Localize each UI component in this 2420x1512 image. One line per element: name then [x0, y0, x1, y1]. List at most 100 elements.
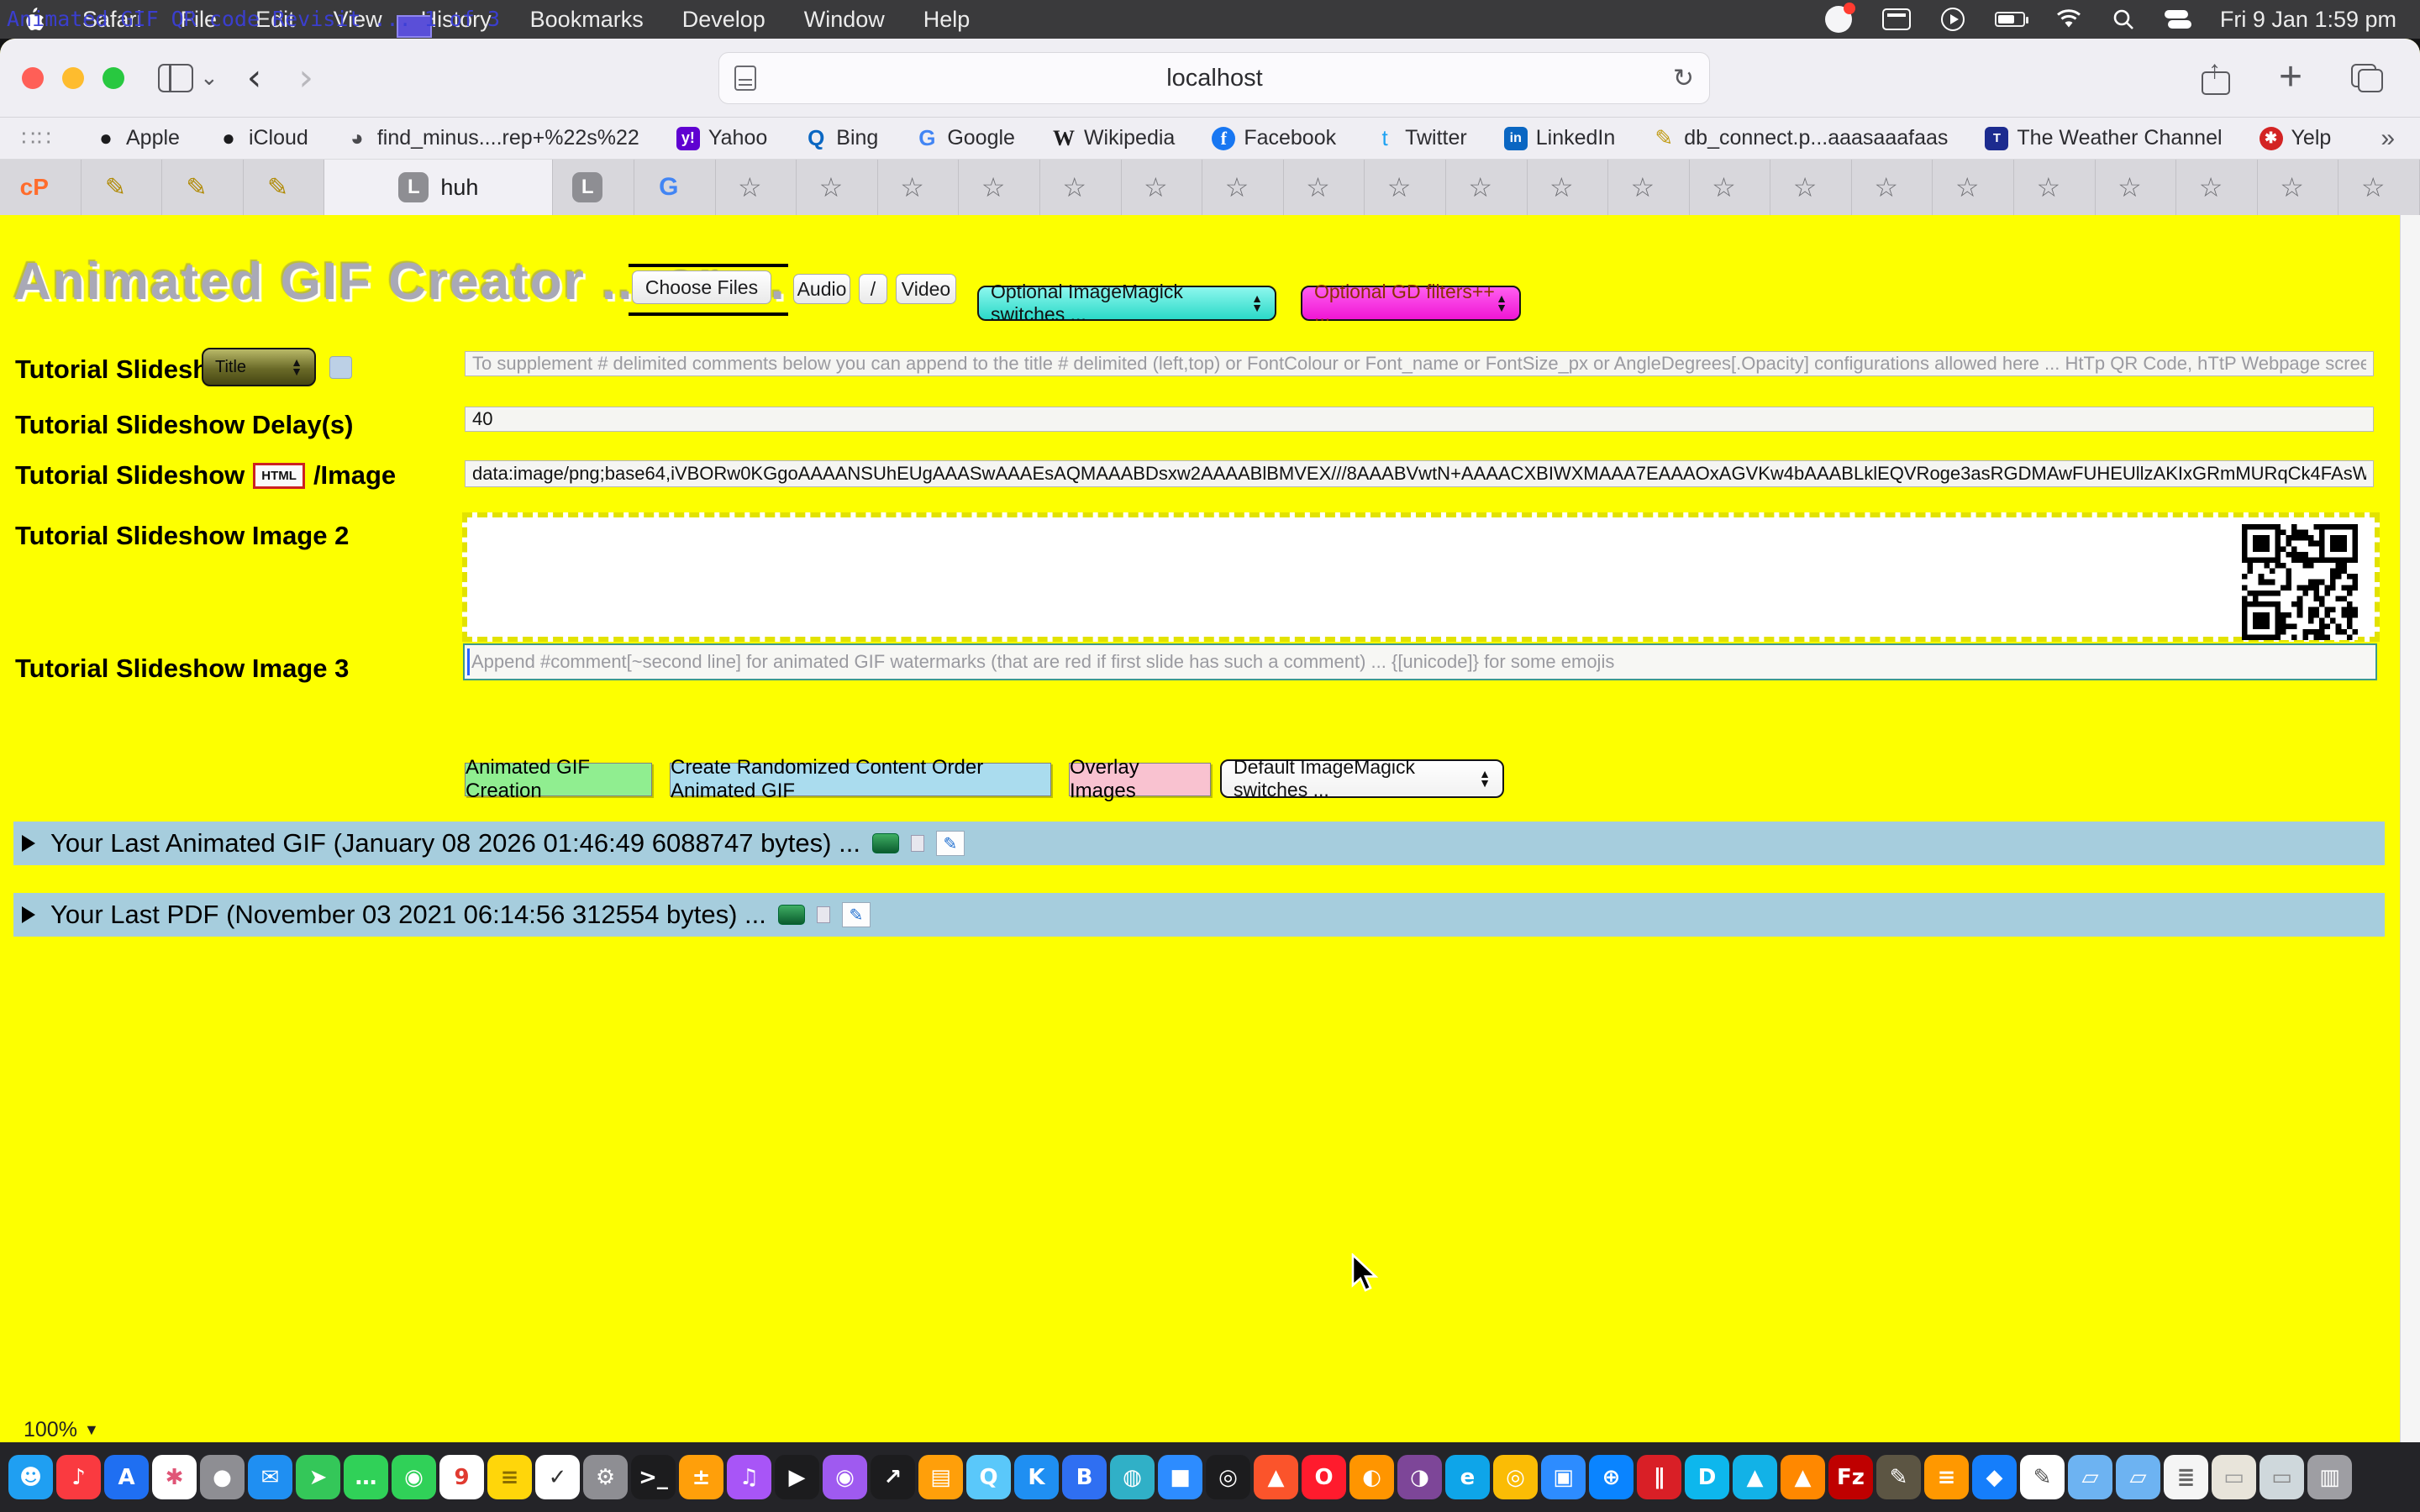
edit-icon[interactable]: ✎: [842, 902, 871, 927]
dock-minimized-window-1[interactable]: ▭: [2212, 1455, 2256, 1499]
dock-brave[interactable]: ▲: [1254, 1455, 1298, 1499]
html-chip[interactable]: HTML: [253, 463, 305, 489]
dock-camera[interactable]: ●: [200, 1455, 245, 1499]
minimize-window-button[interactable]: [62, 67, 84, 89]
browser-tab[interactable]: ☆: [2338, 160, 2420, 215]
dock-sublime[interactable]: ≡: [1924, 1455, 1969, 1499]
bookmark-item[interactable]: T The Weather Channel: [1985, 126, 2222, 150]
back-button[interactable]: ‹: [247, 60, 262, 97]
browser-tab[interactable]: ☆: [2096, 160, 2177, 215]
browser-tab[interactable]: ☆: [1284, 160, 1365, 215]
bookmark-item[interactable]: W Wikipedia: [1052, 126, 1175, 150]
dock-messages[interactable]: …: [344, 1455, 388, 1499]
menu-view[interactable]: View: [334, 7, 382, 33]
dock-opera[interactable]: O: [1302, 1455, 1346, 1499]
dock-calculator[interactable]: ±: [679, 1455, 723, 1499]
dock-reminders[interactable]: ✓: [535, 1455, 580, 1499]
last-pdf-bar[interactable]: Your Last PDF (November 03 2021 06:14:56…: [13, 893, 2385, 937]
small-document-icon[interactable]: [817, 906, 830, 923]
disclosure-triangle-icon[interactable]: [22, 835, 35, 852]
dock-zoom[interactable]: ■: [1158, 1455, 1202, 1499]
browser-tab[interactable]: ✎: [162, 160, 244, 215]
browser-tab[interactable]: ☆: [2258, 160, 2339, 215]
dock-stocks[interactable]: ↗: [871, 1455, 915, 1499]
dock-settings[interactable]: ⚙: [583, 1455, 628, 1499]
dock-obs[interactable]: ◎: [1206, 1455, 1250, 1499]
disclosure-triangle-icon[interactable]: [22, 906, 35, 923]
browser-tab[interactable]: ☆: [1528, 160, 1609, 215]
menu-help[interactable]: Help: [923, 7, 971, 33]
wifi-icon[interactable]: [2055, 9, 2082, 29]
browser-tab[interactable]: ✎: [82, 160, 163, 215]
menu-window[interactable]: Window: [804, 7, 885, 33]
gif-thumbnail-icon[interactable]: [778, 905, 805, 925]
delay-input[interactable]: [465, 407, 2374, 432]
dock-terminal[interactable]: >_: [631, 1455, 676, 1499]
overlay-images-button[interactable]: Overlay Images: [1069, 763, 1211, 796]
choose-files-button[interactable]: Choose Files: [632, 270, 771, 304]
spotlight-search-icon[interactable]: [2112, 8, 2134, 30]
gd-filters-select[interactable]: Optional GD filters++ ...: [1301, 286, 1521, 321]
dock-documents-folder[interactable]: ▱: [2116, 1455, 2160, 1499]
address-bar[interactable]: localhost ↻: [718, 52, 1710, 104]
dock-firefox[interactable]: ◐: [1349, 1455, 1394, 1499]
dock-zoom-alt[interactable]: ▣: [1541, 1455, 1586, 1499]
dock-tv[interactable]: ▶: [775, 1455, 819, 1499]
edit-icon[interactable]: ✎: [936, 831, 965, 856]
dock-photos[interactable]: ✱: [152, 1455, 197, 1499]
video-button[interactable]: Video: [896, 274, 956, 304]
dock-vlc[interactable]: ▲: [1781, 1455, 1825, 1499]
control-center-icon[interactable]: [2165, 10, 2190, 29]
bookmark-item[interactable]: in LinkedIn: [1504, 126, 1616, 150]
page-zoom-indicator[interactable]: 100% ▼: [24, 1418, 99, 1442]
dock-notes[interactable]: ≡: [487, 1455, 532, 1499]
dock-mail[interactable]: ✉: [248, 1455, 292, 1499]
browser-tab[interactable]: ☆: [1040, 160, 1122, 215]
dock-podcasts[interactable]: ◉: [823, 1455, 867, 1499]
browser-tab[interactable]: L huh: [324, 160, 553, 215]
close-window-button[interactable]: [22, 67, 44, 89]
dock-finder[interactable]: ☻: [8, 1455, 53, 1499]
browser-tab[interactable]: ☆: [1202, 160, 1284, 215]
browser-tab[interactable]: ☆: [959, 160, 1040, 215]
browser-tab[interactable]: ☆: [716, 160, 797, 215]
url-text[interactable]: localhost: [756, 65, 1673, 92]
browser-tab[interactable]: ☆: [1770, 160, 1852, 215]
menu-safari[interactable]: Safari: [82, 7, 142, 33]
dock-maps[interactable]: ➤: [296, 1455, 340, 1499]
browser-tab[interactable]: ☆: [1365, 160, 1446, 215]
browser-tab[interactable]: ✎: [244, 160, 325, 215]
dock-tor[interactable]: ◑: [1397, 1455, 1442, 1499]
app-notification-icon[interactable]: [1825, 6, 1852, 33]
audio-button[interactable]: Audio: [793, 274, 850, 304]
dock-minimized-window-2[interactable]: ▭: [2260, 1455, 2304, 1499]
tab-overview-icon[interactable]: [2351, 64, 2383, 92]
bookmark-item[interactable]: ● iCloud: [217, 126, 308, 150]
dock-kodi[interactable]: ▲: [1733, 1455, 1777, 1499]
dock-quicktime[interactable]: Q: [966, 1455, 1011, 1499]
browser-tab[interactable]: ☆: [1690, 160, 1771, 215]
bookmark-item[interactable]: y! Yahoo: [676, 126, 767, 150]
dock-calendar[interactable]: 9: [439, 1455, 484, 1499]
bookmark-item[interactable]: ● Apple: [94, 126, 180, 150]
bookmark-item[interactable]: ✱ Yelp: [2260, 126, 2332, 150]
browser-tab[interactable]: ☆: [1933, 160, 2014, 215]
dock-app-store[interactable]: A: [104, 1455, 149, 1499]
browser-tab[interactable]: ☆: [797, 160, 878, 215]
title-select[interactable]: Title: [202, 348, 316, 386]
dock-itunes-store[interactable]: ♫: [727, 1455, 771, 1499]
zoom-window-button[interactable]: [103, 67, 124, 89]
browser-tab[interactable]: ☆: [2176, 160, 2258, 215]
menu-bar-clock[interactable]: Fri 9 Jan 1:59 pm: [2220, 7, 2396, 33]
imagemagick-switches-select[interactable]: Optional ImageMagick switches ...: [977, 286, 1276, 321]
randomized-gif-button[interactable]: Create Randomized Content Order Animated…: [670, 763, 1051, 796]
browser-tab[interactable]: G: [634, 160, 716, 215]
browser-tab[interactable]: ☆: [1608, 160, 1690, 215]
battery-icon[interactable]: [1995, 12, 2025, 27]
reload-icon[interactable]: ↻: [1673, 64, 1694, 93]
browser-tab[interactable]: ☆: [1122, 160, 1203, 215]
media-play-icon[interactable]: [1941, 8, 1965, 31]
dock-textedit[interactable]: ✎: [2020, 1455, 2065, 1499]
title-config-input[interactable]: [465, 351, 2374, 376]
dock-screen-share[interactable]: ◍: [1110, 1455, 1155, 1499]
